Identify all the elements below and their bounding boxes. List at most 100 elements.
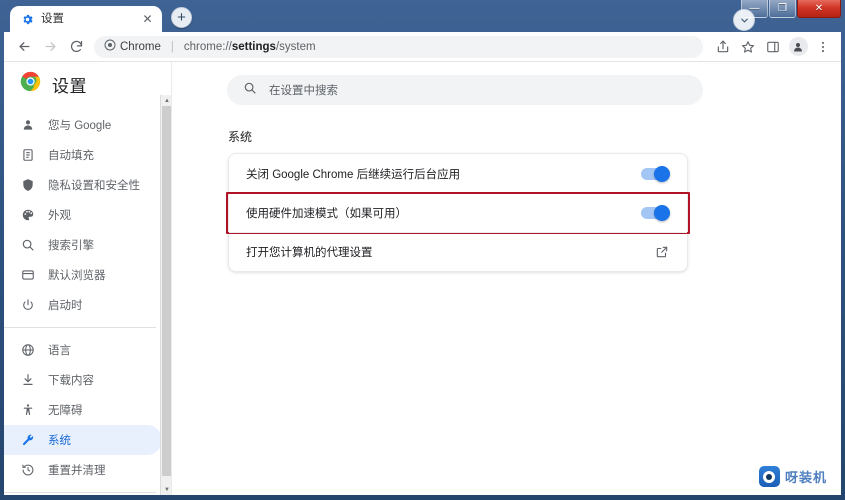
- page-content: 设置 您与 Google 自动填充 隐私设置和安全性 外观 搜索引擎 默认浏览器…: [4, 62, 841, 495]
- minimize-button[interactable]: —: [741, 0, 768, 18]
- sidebar-item-on-startup[interactable]: 启动时: [4, 290, 162, 320]
- background-apps-toggle[interactable]: [641, 165, 670, 182]
- sidebar-item-downloads[interactable]: 下载内容: [4, 365, 162, 395]
- setting-row-hardware-acceleration[interactable]: 使用硬件加速模式（如果可用）: [226, 192, 690, 234]
- profile-avatar-button[interactable]: [786, 35, 810, 59]
- sidebar-item-label: 您与 Google: [48, 120, 112, 132]
- sidebar-item-privacy-security[interactable]: 隐私设置和安全性: [4, 170, 162, 200]
- settings-main-panel: 在设置中搜索 系统 关闭 Google Chrome 后继续运行后台应用 使用硬…: [172, 62, 841, 495]
- toggle-knob: [654, 205, 670, 221]
- side-panel-icon[interactable]: [761, 35, 785, 59]
- setting-row-background-apps[interactable]: 关闭 Google Chrome 后继续运行后台应用: [229, 154, 687, 193]
- sidebar-item-label: 无障碍: [48, 405, 83, 417]
- search-icon: [21, 238, 35, 252]
- setting-label: 使用硬件加速模式（如果可用）: [246, 208, 407, 220]
- avatar: [788, 37, 808, 56]
- sidebar-divider: [4, 492, 156, 493]
- eye-pupil: [766, 473, 773, 480]
- bookmark-star-icon[interactable]: [736, 35, 760, 59]
- url-prefix: chrome://: [183, 40, 232, 53]
- settings-sidebar: 设置 您与 Google 自动填充 隐私设置和安全性 外观 搜索引擎 默认浏览器…: [4, 62, 173, 495]
- site-name: Chrome: [120, 40, 161, 53]
- sidebar-item-label: 下载内容: [48, 375, 94, 387]
- minimize-icon: —: [749, 3, 760, 14]
- sidebar-item-autofill[interactable]: 自动填充: [4, 140, 162, 170]
- browser-window-icon: [21, 268, 35, 282]
- omnibox-separator: |: [170, 40, 174, 53]
- person-icon: [21, 118, 35, 132]
- accessibility-icon: [21, 403, 35, 417]
- watermark-text: 呀装机: [784, 470, 827, 485]
- setting-label: 关闭 Google Chrome 后继续运行后台应用: [246, 168, 461, 181]
- site-identity-chip[interactable]: Chrome: [104, 39, 161, 54]
- sidebar-item-label: 重置并清理: [48, 465, 106, 477]
- settings-search-input[interactable]: 在设置中搜索: [227, 75, 703, 105]
- monitor-eye-icon: [758, 466, 780, 487]
- sidebar-item-label: 外观: [48, 210, 71, 222]
- tab-title: 设置: [41, 13, 64, 25]
- clipboard-icon: [21, 148, 35, 162]
- sidebar-item-label: 默认浏览器: [48, 270, 106, 282]
- setting-label: 打开您计算机的代理设置: [246, 247, 373, 259]
- address-bar[interactable]: Chrome | chrome://settings/system: [94, 35, 703, 58]
- sidebar-item-you-and-google[interactable]: 您与 Google: [4, 110, 162, 140]
- globe-icon: [21, 343, 35, 357]
- maximize-button[interactable]: ❐: [769, 0, 796, 18]
- share-icon[interactable]: [711, 35, 735, 59]
- settings-brand: 设置: [4, 62, 172, 108]
- sidebar-item-languages[interactable]: 语言: [4, 335, 162, 365]
- sidebar-item-label: 系统: [48, 435, 71, 447]
- browser-tab[interactable]: 设置 ✕: [10, 6, 162, 32]
- hardware-acceleration-toggle[interactable]: [641, 205, 670, 221]
- maximize-icon: ❐: [778, 3, 787, 14]
- sidebar-item-reset-cleanup[interactable]: 重置并清理: [4, 455, 162, 485]
- wrench-icon: [21, 433, 35, 447]
- toolbar-right-icons: [711, 35, 835, 59]
- more-menu-icon[interactable]: [811, 35, 835, 59]
- browser-toolbar: Chrome | chrome://settings/system: [4, 32, 841, 62]
- watermark: 呀装机: [756, 464, 833, 489]
- window-controls: — ❐ ✕: [741, 0, 841, 19]
- tab-strip: 设置 ✕ + — ❐ ✕: [4, 0, 841, 32]
- new-tab-button[interactable]: +: [171, 7, 192, 28]
- browser-window: 设置 ✕ + — ❐ ✕ Chrome | chrome://settings/…: [0, 0, 845, 500]
- sidebar-divider: [4, 327, 156, 328]
- download-icon: [21, 373, 35, 387]
- settings-gear-icon: [21, 13, 34, 26]
- search-icon: [243, 81, 257, 100]
- sidebar-item-accessibility[interactable]: 无障碍: [4, 395, 162, 425]
- tab-close-icon[interactable]: ✕: [140, 12, 155, 27]
- close-icon: ✕: [814, 3, 824, 14]
- sidebar-item-label: 启动时: [48, 300, 83, 312]
- sidebar-item-label: 自动填充: [48, 150, 94, 162]
- shield-icon: [21, 178, 35, 192]
- url-bold-segment: settings: [231, 40, 276, 53]
- sidebar-item-default-browser[interactable]: 默认浏览器: [4, 260, 162, 290]
- sidebar-item-appearance[interactable]: 外观: [4, 200, 162, 230]
- sidebar-item-system[interactable]: 系统: [4, 425, 162, 455]
- forward-button[interactable]: [38, 35, 62, 59]
- external-link-icon[interactable]: [655, 245, 669, 259]
- setting-row-proxy-settings[interactable]: 打开您计算机的代理设置: [229, 232, 687, 271]
- chrome-logo-icon: [20, 71, 41, 97]
- sidebar-item-label: 搜索引擎: [48, 240, 94, 252]
- reload-button[interactable]: [64, 35, 88, 59]
- eye-white: [763, 470, 776, 483]
- sidebar-item-search-engine[interactable]: 搜索引擎: [4, 230, 162, 260]
- power-icon: [21, 298, 35, 312]
- search-placeholder: 在设置中搜索: [269, 85, 338, 97]
- url-suffix: /system: [275, 40, 316, 53]
- sidebar-item-label: 隐私设置和安全性: [48, 180, 140, 192]
- sidebar-item-label: 语言: [48, 345, 71, 357]
- page-title: 设置: [52, 76, 87, 96]
- close-button[interactable]: ✕: [797, 0, 841, 18]
- sidebar-nav-list: 您与 Google 自动填充 隐私设置和安全性 外观 搜索引擎 默认浏览器 启动…: [4, 108, 172, 495]
- toggle-knob: [654, 165, 670, 182]
- palette-icon: [21, 208, 35, 222]
- system-settings-card: 关闭 Google Chrome 后继续运行后台应用 使用硬件加速模式（如果可用…: [226, 153, 690, 272]
- address-bar-url: chrome://settings/system: [184, 41, 316, 53]
- chrome-outline-icon: [104, 39, 116, 54]
- back-button[interactable]: [12, 35, 36, 59]
- window-bottom-frame: [0, 496, 845, 500]
- section-title: 系统: [228, 130, 253, 144]
